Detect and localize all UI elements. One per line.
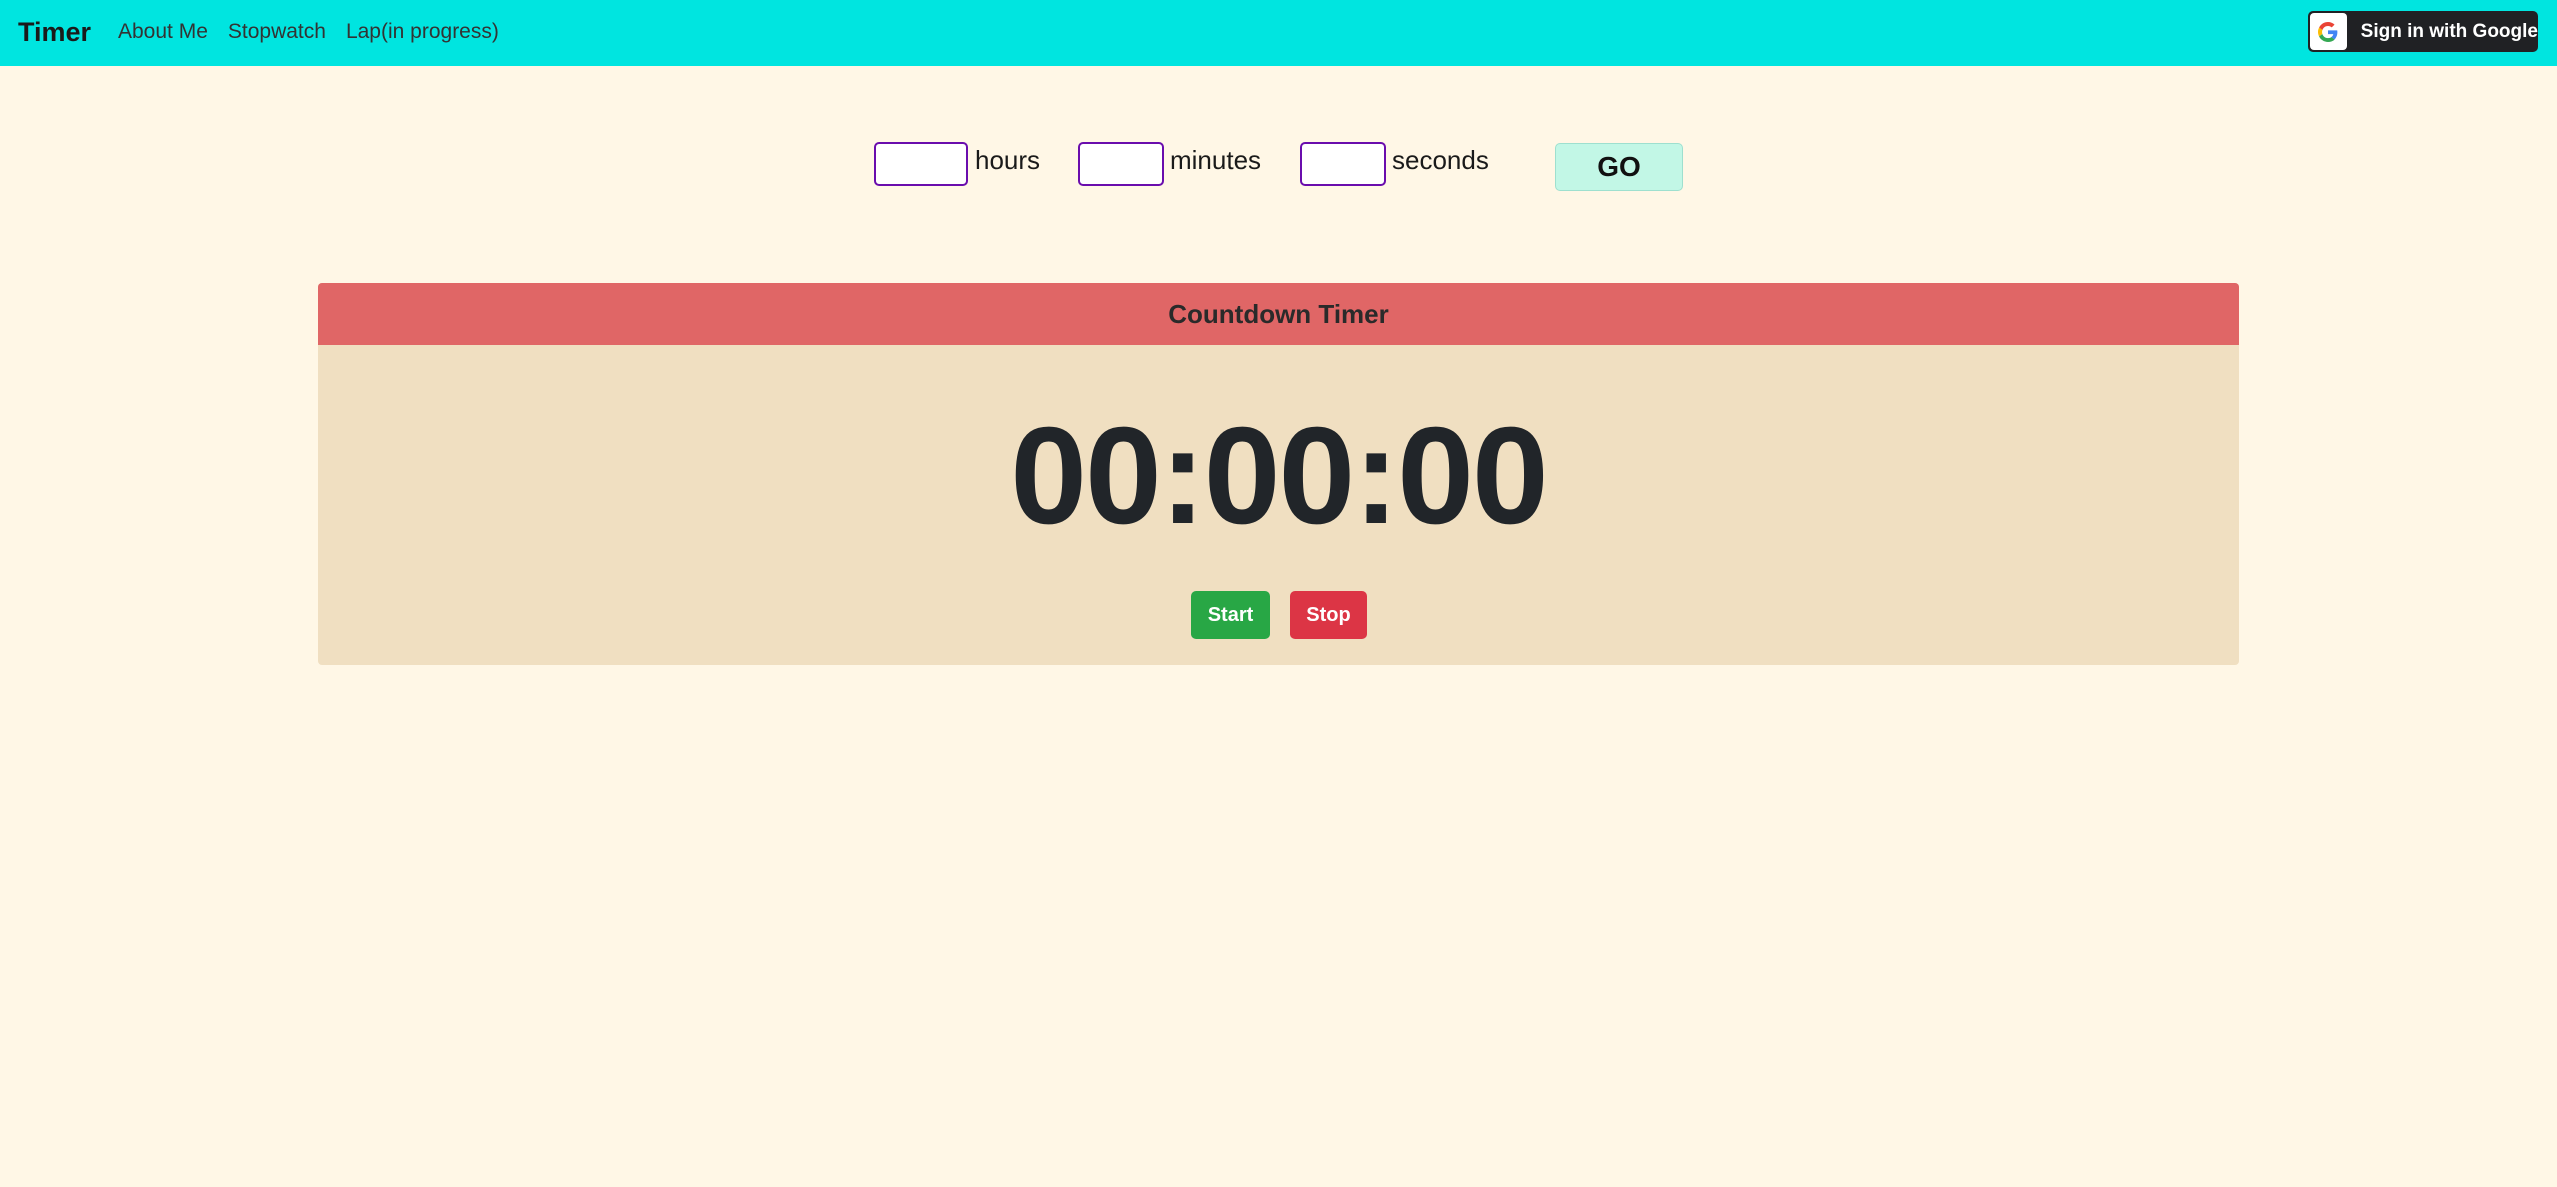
nav-links: About Me Stopwatch Lap(in progress) <box>118 17 499 47</box>
brand-link[interactable]: Timer <box>18 14 91 50</box>
minutes-label: minutes <box>1170 145 1262 175</box>
google-signin-button[interactable]: Sign in with Google <box>2308 11 2538 52</box>
minutes-input[interactable] <box>1078 142 1164 186</box>
stop-button[interactable]: Stop <box>1290 591 1367 639</box>
nav-link-lap[interactable]: Lap(in progress) <box>346 17 499 47</box>
google-icon <box>2310 13 2347 50</box>
nav-link-about-me[interactable]: About Me <box>118 17 208 47</box>
go-button[interactable]: GO <box>1555 143 1683 191</box>
start-button[interactable]: Start <box>1191 591 1270 639</box>
navbar: Timer About Me Stopwatch Lap(in progress… <box>0 0 2557 66</box>
nav-link-stopwatch[interactable]: Stopwatch <box>228 17 326 47</box>
google-signin-label: Sign in with Google <box>2360 20 2538 42</box>
seconds-input[interactable] <box>1300 142 1386 186</box>
hours-input[interactable] <box>874 142 968 186</box>
seconds-label: seconds <box>1392 145 1489 175</box>
timer-display: 00:00:00 <box>1010 399 1548 553</box>
countdown-card: Countdown Timer 00:00:00 Start Stop <box>318 283 2239 665</box>
hours-label: hours <box>975 145 1041 175</box>
card-title: Countdown Timer <box>318 283 2239 345</box>
